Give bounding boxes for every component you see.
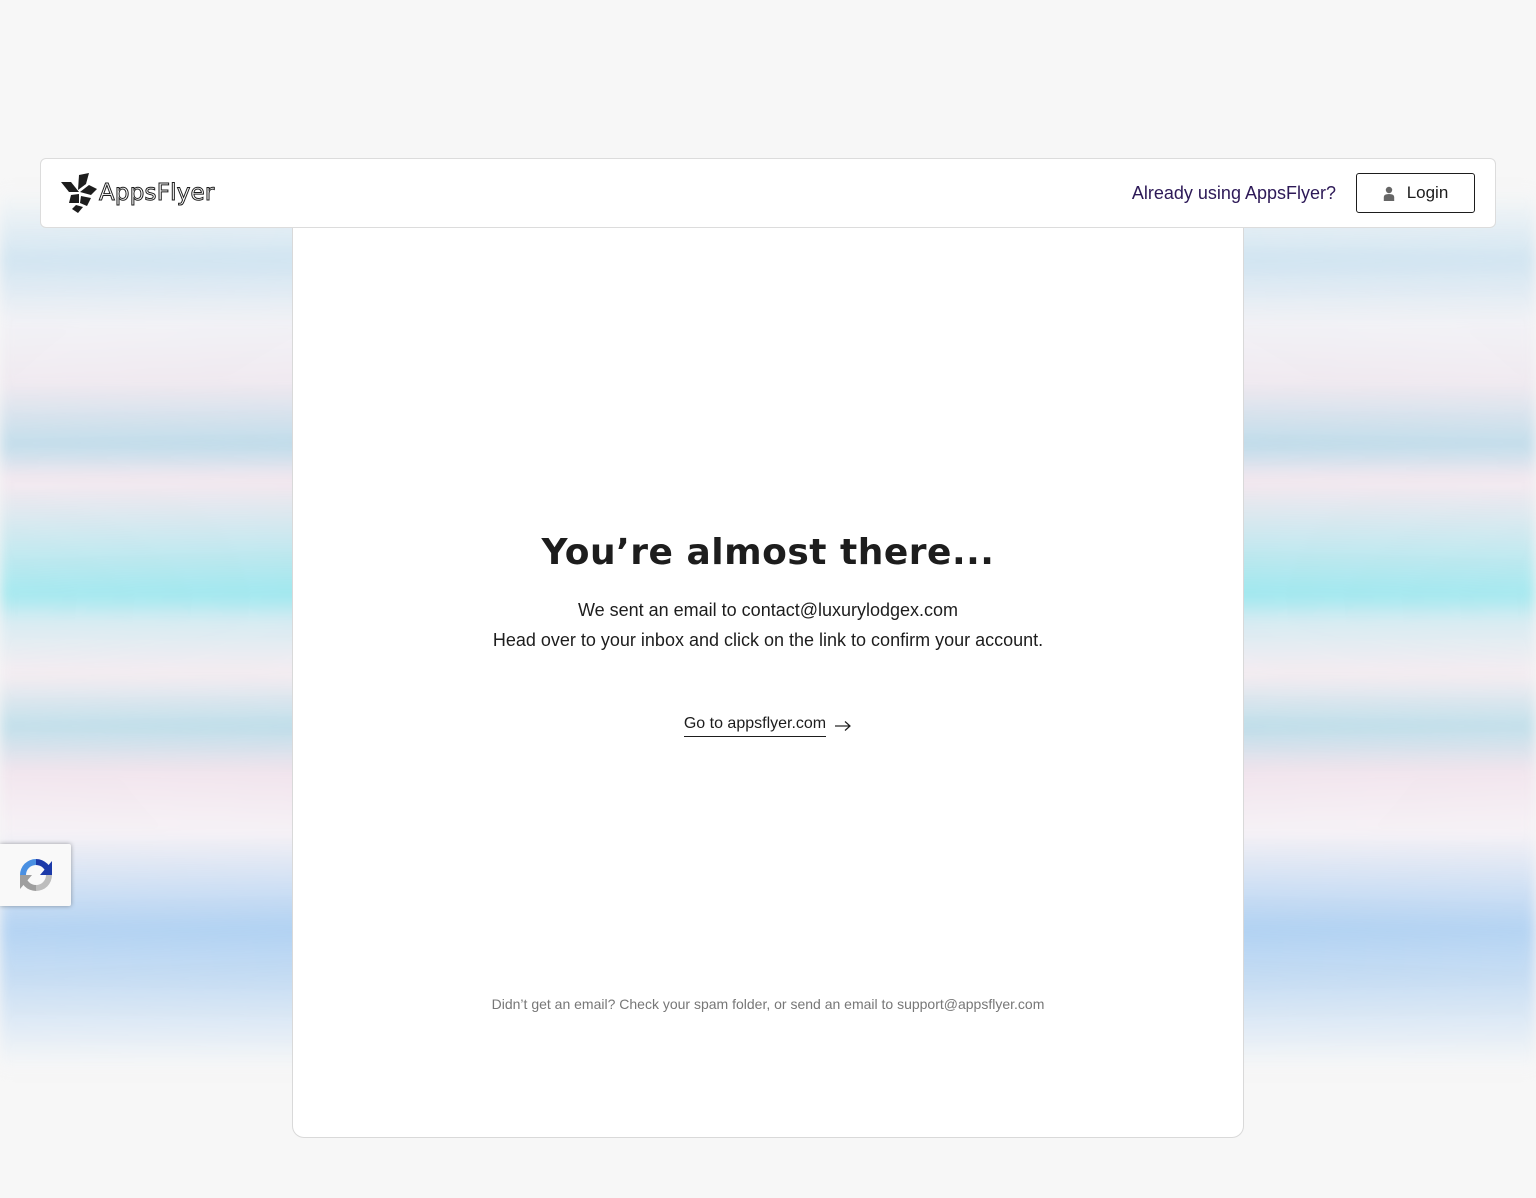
spam-footnote: Didn’t get an email? Check your spam fol… [491, 996, 1045, 1012]
already-using-text: Already using AppsFlyer? [1131, 182, 1336, 203]
login-label: Login [1406, 183, 1449, 202]
appsflyer-logo[interactable]: AppsFlyer [61, 173, 215, 213]
go-to-appsflyer-link[interactable]: Go to appsflyer.com [293, 715, 1243, 737]
appsflyer-logo-icon [61, 173, 97, 213]
instruction-text: Head over to your inbox and click on the… [492, 630, 1044, 650]
email-sent-text: We sent an email to contact@luxurylodgex… [577, 600, 959, 620]
logo-text: AppsFlyer [99, 180, 215, 207]
page-title: You’re almost there... [541, 532, 995, 573]
confirmation-card: You’re almost there... We sent an email … [292, 222, 1244, 1138]
go-to-appsflyer-label[interactable]: Go to appsflyer.com [683, 715, 827, 737]
top-navbar: AppsFlyer Already using AppsFlyer? Login [40, 158, 1496, 228]
header-actions: Already using AppsFlyer? Login [1132, 173, 1475, 213]
recaptcha-badge[interactable] [0, 844, 71, 906]
user-icon [1383, 186, 1394, 201]
arrow-right-icon [835, 721, 852, 731]
recaptcha-icon [19, 859, 52, 891]
login-button[interactable]: Login [1356, 173, 1475, 213]
